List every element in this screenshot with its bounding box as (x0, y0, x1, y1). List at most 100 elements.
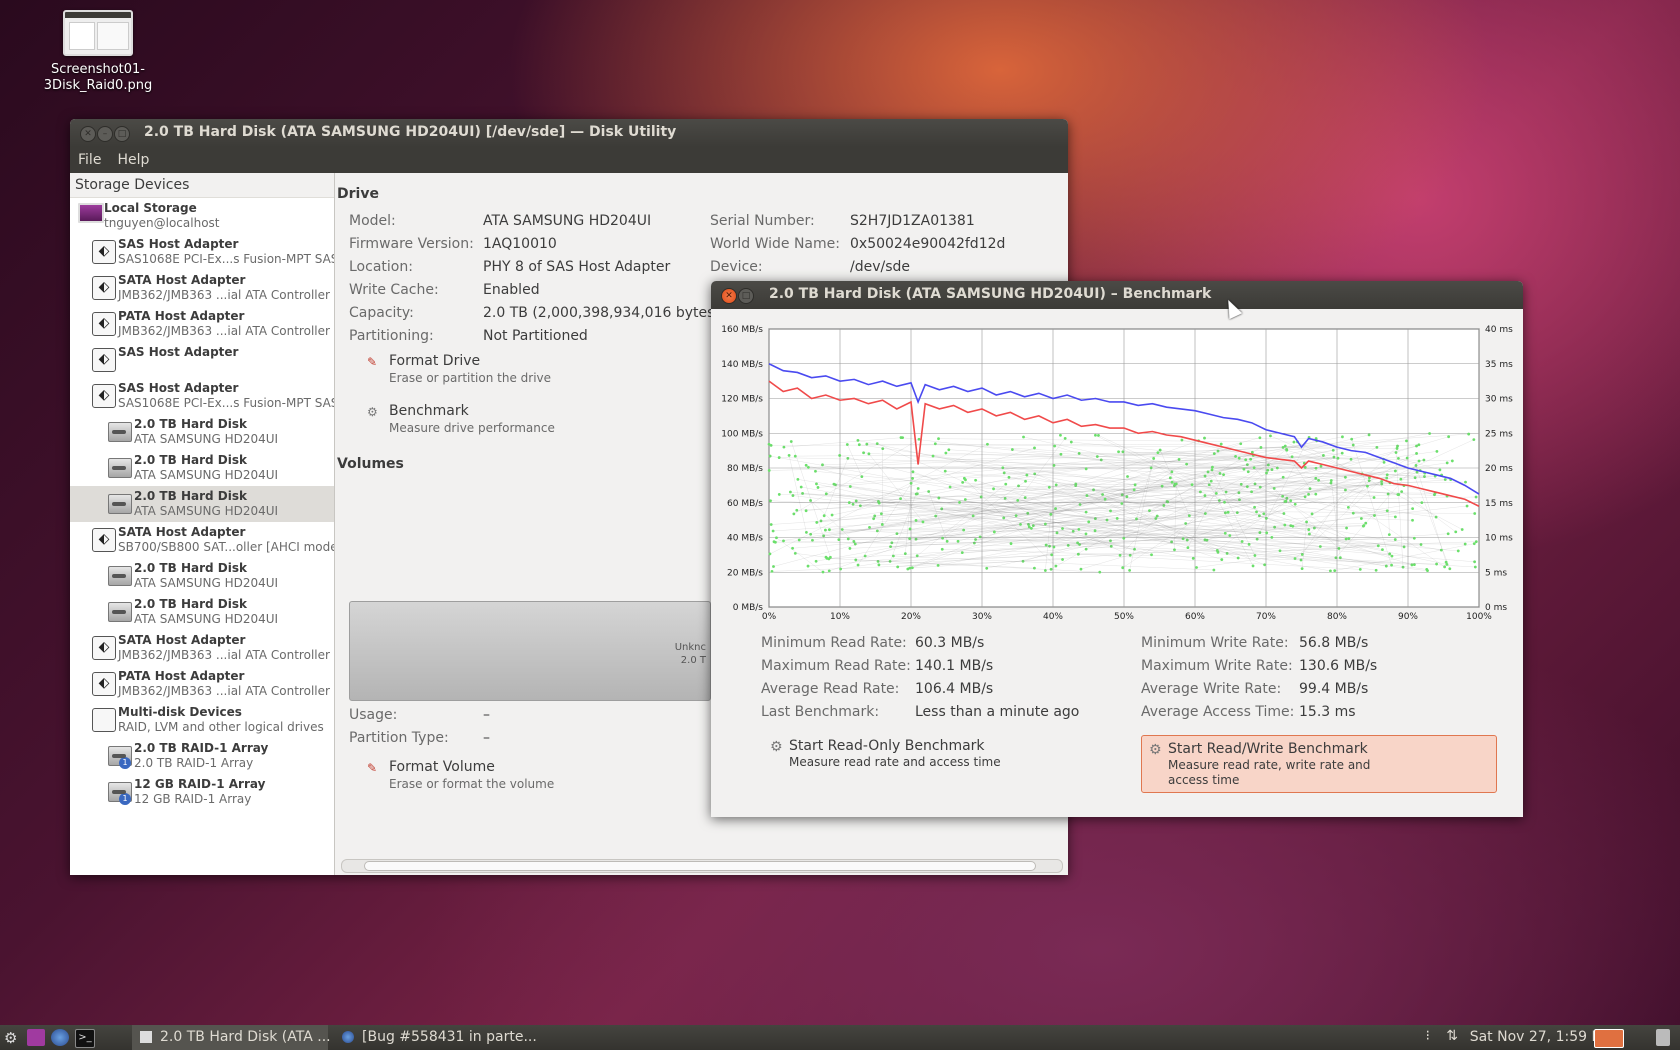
sidebar-item-title: 12 GB RAID-1 Array (134, 777, 266, 791)
desktop-file-icon[interactable]: Screenshot01- 3Disk_Raid0.png (38, 10, 158, 94)
access-time-point (1439, 548, 1443, 552)
sidebar-item[interactable]: 2.0 TB Hard Disk ATA SAMSUNG HD204UI (70, 558, 334, 594)
taskbar-bug-report[interactable]: [Bug #558431 in parte... (338, 1025, 538, 1050)
access-time-point (945, 539, 949, 543)
sidebar-item[interactable]: 12 GB RAID-1 Array12 GB RAID-1 Array (70, 774, 334, 810)
y-right-tick-label: 0 ms (1485, 603, 1507, 613)
x-tick-label: 70% (1256, 612, 1276, 619)
computer-icon (78, 203, 104, 223)
host-adapter-icon: ⬖ (92, 384, 116, 408)
sidebar-item[interactable]: 2.0 TB Hard Disk ATA SAMSUNG HD204UI (70, 450, 334, 486)
format-drive-button[interactable]: ✎ Format Drive Erase or partition the dr… (367, 353, 627, 389)
access-time-point (1474, 540, 1478, 544)
access-time-point (1212, 568, 1216, 572)
y-left-tick-label: 120 MB/s (721, 395, 763, 405)
access-time-point (1472, 542, 1476, 546)
property-row: Minimum Write Rate: 56.8 MB/s (1141, 635, 1368, 651)
menu-help[interactable]: Help (109, 147, 157, 173)
maximize-icon[interactable]: □ (738, 288, 754, 304)
access-time-point (1314, 492, 1318, 496)
clock[interactable]: Sat Nov 27, 1:59 PM (1470, 1025, 1612, 1050)
sidebar-item-title: 2.0 TB Hard Disk (134, 453, 247, 467)
sidebar-item-subtitle: RAID, LVM and other logical drives (118, 720, 324, 734)
terminal-icon[interactable]: >_ (75, 1029, 95, 1048)
access-time-point (1223, 531, 1227, 535)
sidebar-item[interactable]: 2.0 TB Hard Disk ATA SAMSUNG HD204UI (70, 414, 334, 450)
property-label: Maximum Write Rate: (1141, 658, 1293, 674)
sidebar-item[interactable]: 2.0 TB Hard Disk ATA SAMSUNG HD204UI (70, 594, 334, 630)
maximize-icon[interactable]: □ (114, 126, 130, 142)
applications-menu-icon[interactable]: ⚙ (4, 1029, 22, 1047)
sidebar-item[interactable]: ⬖ SAS Host Adapter SAS1068E PCI-Ex...s Fus… (70, 378, 334, 414)
access-time-point (1117, 450, 1120, 454)
workspace-switcher-icon[interactable] (1594, 1029, 1624, 1048)
benchmark-titlebar[interactable]: ✕ □ 2.0 TB Hard Disk (ATA SAMSUNG HD204U… (711, 281, 1523, 309)
property-value: 140.1 MB/s (915, 658, 994, 674)
hard-disk-icon (108, 566, 132, 586)
trash-icon[interactable] (1656, 1029, 1670, 1046)
horizontal-scrollbar[interactable] (341, 859, 1063, 873)
access-time-point (1203, 494, 1207, 497)
workspace-icon[interactable] (27, 1029, 45, 1046)
access-time-point (1004, 482, 1008, 486)
sidebar-item[interactable]: Local Storage tnguyen@localhost (70, 198, 334, 234)
access-time-point (985, 566, 989, 570)
indicator-icon[interactable]: ⁝ (1426, 1028, 1430, 1044)
close-icon[interactable]: ✕ (721, 288, 737, 304)
access-time-point (782, 539, 785, 543)
taskbar-disk-utility[interactable]: 2.0 TB Hard Disk (ATA ... (132, 1025, 331, 1050)
sidebar-item[interactable]: ⬖ SATA Host Adapter JMB362/JMB363 ...ial A… (70, 270, 334, 306)
access-time-point (1346, 505, 1350, 509)
access-time-point (1291, 524, 1295, 528)
access-time-point (1399, 477, 1403, 481)
format-volume-button[interactable]: ✎ Format Volume Erase or format the volu… (367, 759, 627, 795)
sidebar-item[interactable]: ⬖ SATA Host Adapter JMB362/JMB363 ...ial A… (70, 630, 334, 666)
x-tick-label: 80% (1327, 612, 1347, 619)
sidebar-item[interactable]: ⬖ PATA Host Adapter JMB362/JMB363 ...ial A… (70, 306, 334, 342)
access-time-point (1087, 520, 1091, 524)
access-time-point (799, 485, 803, 489)
property-value: 106.4 MB/s (915, 681, 994, 697)
sidebar-item-subtitle: 12 GB RAID-1 Array (134, 792, 252, 806)
browser-icon[interactable] (51, 1029, 69, 1046)
property-label: Average Write Rate: (1141, 681, 1282, 697)
scrollbar-thumb[interactable] (364, 861, 1036, 871)
sidebar-item[interactable]: Multi-disk Devices RAID, LVM and other lo… (70, 702, 334, 738)
sidebar-item[interactable]: ⬖ PATA Host Adapter JMB362/JMB363 ...ial A… (70, 666, 334, 702)
y-left-tick-label: 60 MB/s (727, 499, 763, 509)
sidebar-item[interactable]: 2.0 TB Hard Disk ATA SAMSUNG HD204UI (70, 486, 334, 522)
sidebar-item-subtitle: ATA SAMSUNG HD204UI (134, 504, 279, 518)
close-icon[interactable]: ✕ (80, 126, 96, 142)
access-time-point (964, 478, 967, 482)
hard-disk-icon (108, 422, 132, 442)
access-time-point (1186, 546, 1190, 550)
storage-devices-sidebar: Storage Devices Local Storage tnguyen@loc… (70, 173, 335, 875)
property-value: /dev/sde (850, 259, 911, 275)
sidebar-item[interactable]: 2.0 TB RAID-1 Array2.0 TB RAID-1 Array (70, 738, 334, 774)
access-time-point (814, 559, 818, 563)
access-time-point (1393, 538, 1397, 541)
y-left-tick-label: 160 MB/s (721, 325, 763, 335)
access-time-point (1195, 566, 1198, 569)
access-time-point (815, 482, 818, 486)
sidebar-item-subtitle: SAS1068E PCI-Ex...s Fusion-MPT SAS (118, 252, 335, 266)
minimize-icon[interactable]: – (97, 126, 113, 142)
access-time-point (1190, 483, 1194, 487)
sidebar-item[interactable]: ⬖ SAS Host Adapter (70, 342, 334, 378)
benchmark-button[interactable]: ⚙ Benchmark Measure drive performance (367, 403, 627, 439)
menu-file[interactable]: File (70, 147, 109, 173)
titlebar[interactable]: ✕ – □ 2.0 TB Hard Disk (ATA SAMSUNG HD20… (70, 119, 1068, 147)
sidebar-item[interactable]: ⬖ SAS Host Adapter SAS1068E PCI-Ex...s Fus… (70, 234, 334, 270)
volume-map[interactable]: Unknc 2.0 T (349, 601, 711, 701)
benchmark-title: 2.0 TB Hard Disk (ATA SAMSUNG HD204UI) –… (769, 286, 1212, 302)
property-row: Average Read Rate: 106.4 MB/s (761, 681, 993, 697)
start-read-write-benchmark-button[interactable]: ⚙ Start Read/Write Benchmark Measure rea… (1141, 735, 1497, 793)
sidebar-item[interactable]: ⬖ SATA Host Adapter SB700/SB800 SAT...olle… (70, 522, 334, 558)
network-icon[interactable]: ⇅ (1446, 1028, 1458, 1044)
access-time-point (1422, 458, 1426, 462)
access-time-point (1251, 564, 1255, 568)
access-time-point (777, 456, 781, 459)
access-time-point (1443, 565, 1447, 569)
start-read-only-benchmark-button[interactable]: ⚙ Start Read-Only Benchmark Measure read… (763, 733, 1063, 789)
host-adapter-icon: ⬖ (92, 636, 116, 660)
